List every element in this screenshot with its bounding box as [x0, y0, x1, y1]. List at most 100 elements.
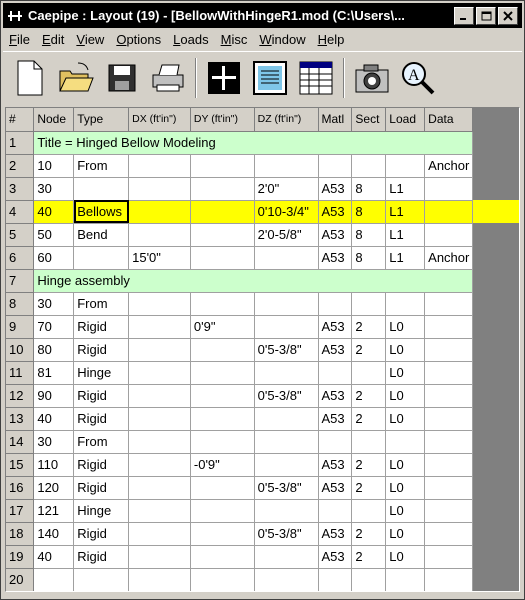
cell-load[interactable]: L1 [385, 177, 426, 201]
cell-data[interactable] [424, 545, 474, 569]
cell-section[interactable] [351, 568, 387, 591]
cell-dz[interactable] [254, 361, 319, 385]
cell-dx[interactable] [128, 430, 191, 454]
cell-material[interactable] [318, 430, 353, 454]
row-header[interactable]: 3 [6, 177, 35, 201]
cell-section[interactable]: 2 [351, 453, 387, 477]
cell-dy[interactable] [190, 154, 255, 178]
text-view-button[interactable] [251, 57, 289, 99]
table-row[interactable]: 5 50 Bend 2'0-5/8" A53 8 L1 [6, 223, 519, 247]
cell-load[interactable] [385, 292, 426, 316]
cell-dz[interactable] [254, 568, 319, 591]
menu-help[interactable]: Help [312, 32, 351, 47]
cell-node[interactable]: 90 [33, 384, 75, 408]
cell-load[interactable]: L0 [385, 499, 426, 523]
cell-type[interactable]: Rigid [73, 338, 130, 362]
cell-node[interactable] [33, 568, 75, 591]
table-row[interactable]: 1 Title = Hinged Bellow Modeling [6, 131, 519, 155]
cell-material[interactable] [318, 361, 353, 385]
save-button[interactable] [103, 57, 141, 99]
cell-dy[interactable] [190, 200, 255, 224]
cell-node[interactable]: 60 [33, 246, 75, 270]
cell-data[interactable] [424, 499, 474, 523]
cell-dy[interactable] [190, 545, 255, 569]
cell-data[interactable] [424, 568, 474, 591]
cell-dz[interactable] [254, 545, 319, 569]
cell-type[interactable]: Rigid [73, 545, 130, 569]
cell-load[interactable]: L1 [385, 223, 426, 247]
cell-section[interactable] [351, 499, 387, 523]
cell-type[interactable]: Rigid [73, 384, 130, 408]
cell-dx[interactable] [128, 522, 191, 546]
cell-dx[interactable] [128, 407, 191, 431]
cell-material[interactable]: A53 [318, 384, 353, 408]
cell-dz[interactable] [254, 292, 319, 316]
cell-data[interactable] [424, 430, 474, 454]
cell-load[interactable]: L0 [385, 338, 426, 362]
cell-material[interactable]: A53 [318, 200, 353, 224]
cell-load[interactable] [385, 154, 426, 178]
cell-material[interactable] [318, 568, 353, 591]
row-header[interactable]: 12 [6, 384, 35, 408]
row-header[interactable]: 5 [6, 223, 35, 247]
table-row[interactable]: 8 30 From [6, 292, 519, 316]
cell-section[interactable] [351, 292, 387, 316]
cell-type[interactable]: Rigid [73, 315, 130, 339]
cell-type[interactable] [73, 568, 130, 591]
row-header[interactable]: 16 [6, 476, 35, 500]
menu-edit[interactable]: Edit [36, 32, 70, 47]
menu-view[interactable]: View [70, 32, 110, 47]
row-header[interactable]: 6 [6, 246, 35, 270]
cell-dy[interactable] [190, 338, 255, 362]
cell-load[interactable]: L1 [385, 200, 426, 224]
title-bar[interactable]: Caepipe : Layout (19) - [BellowWithHinge… [3, 3, 522, 28]
table-row[interactable]: 19 40 Rigid A53 2 L0 [6, 545, 519, 569]
cell-data[interactable] [424, 223, 474, 247]
cell-dx[interactable] [128, 292, 191, 316]
cell-dy[interactable] [190, 361, 255, 385]
column-header-type[interactable]: Type [73, 108, 130, 132]
cell-data[interactable] [424, 177, 474, 201]
cell-material[interactable] [318, 154, 353, 178]
cell-node[interactable]: 30 [33, 430, 75, 454]
column-header-dz[interactable]: DZ (ft'in") [254, 108, 319, 132]
column-header-section[interactable]: Sect [351, 108, 387, 132]
cell-node[interactable]: 70 [33, 315, 75, 339]
row-header[interactable]: 15 [6, 453, 35, 477]
cell-type[interactable]: Rigid [73, 522, 130, 546]
row-header[interactable]: 10 [6, 338, 35, 362]
row-header[interactable]: 1 [6, 131, 35, 155]
cell-data[interactable] [424, 453, 474, 477]
cell-section[interactable] [351, 361, 387, 385]
row-header[interactable]: 2 [6, 154, 35, 178]
cell-type[interactable] [73, 177, 130, 201]
cell-dz[interactable] [254, 407, 319, 431]
cell-type[interactable]: Bend [73, 223, 130, 247]
cell-material[interactable] [318, 292, 353, 316]
cell-node[interactable]: 40 [33, 407, 75, 431]
cell-dy[interactable]: -0'9" [190, 453, 255, 477]
row-header[interactable]: 14 [6, 430, 35, 454]
cell-dy[interactable] [190, 568, 255, 591]
cell-section[interactable] [351, 430, 387, 454]
cell-dx[interactable] [128, 200, 191, 224]
table-row[interactable]: 2 10 From Anchor [6, 154, 519, 178]
cell-dz[interactable]: 0'5-3/8" [254, 384, 319, 408]
row-header[interactable]: 17 [6, 499, 35, 523]
cell-material[interactable]: A53 [318, 246, 353, 270]
cell-material[interactable]: A53 [318, 545, 353, 569]
cell-type[interactable]: From [73, 154, 130, 178]
cell-material[interactable]: A53 [318, 315, 353, 339]
cell-node[interactable]: 40 [33, 545, 75, 569]
row-header[interactable]: 8 [6, 292, 35, 316]
cell-material[interactable]: A53 [318, 177, 353, 201]
cell-dy[interactable] [190, 384, 255, 408]
cell-node[interactable]: 120 [33, 476, 75, 500]
cell-data[interactable] [424, 315, 474, 339]
layout-grid[interactable]: # Node Type DX (ft'in") DY (ft'in") DZ (ft'in… [5, 107, 520, 592]
table-row[interactable]: 11 81 Hinge L0 [6, 361, 519, 385]
table-row[interactable]: 15 110 Rigid -0'9" A53 2 L0 [6, 453, 519, 477]
cell-dy[interactable]: 0'9" [190, 315, 255, 339]
cell-type[interactable]: Rigid [73, 476, 130, 500]
cell-section[interactable] [351, 154, 387, 178]
